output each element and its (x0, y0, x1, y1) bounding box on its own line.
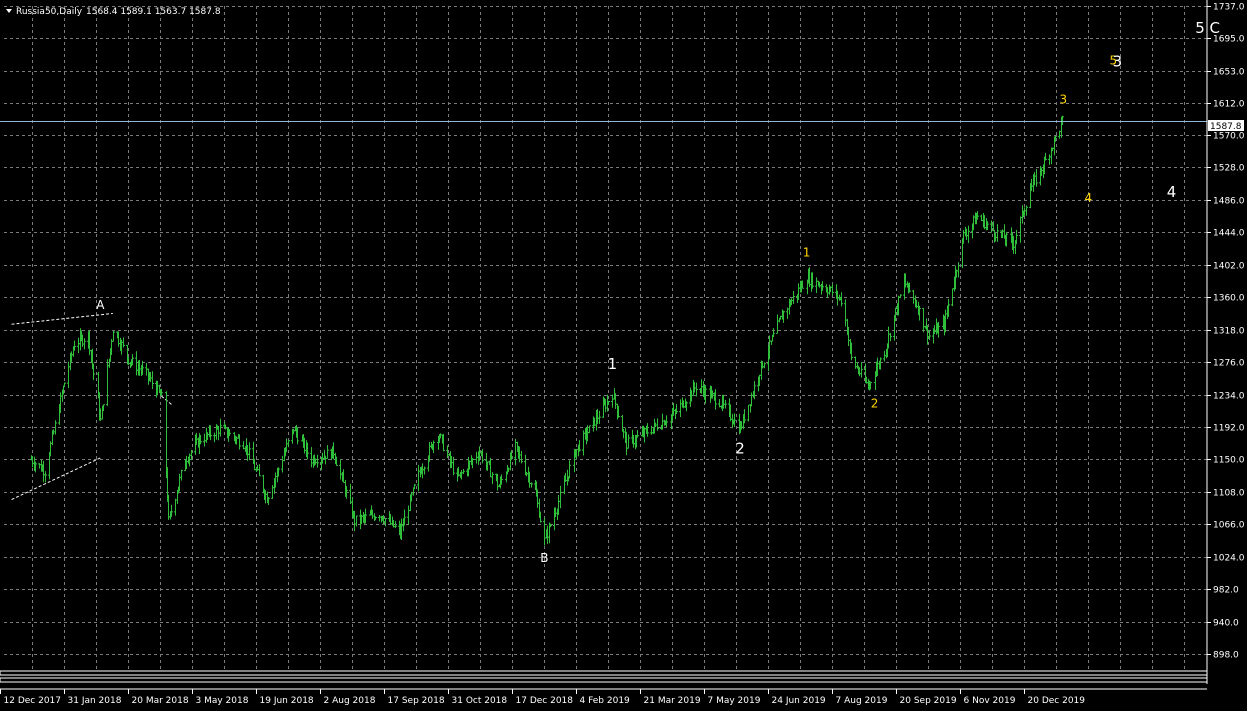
wave-label: 3 (1113, 52, 1123, 70)
price-tick-label: 1318.0 (1213, 327, 1245, 337)
time-tick-label: 19 Jun 2018 (260, 696, 314, 706)
price-tick-label: 1360.0 (1213, 294, 1245, 304)
symbol-label: Russia50,Daily (16, 7, 83, 17)
price-tick-label: 1234.0 (1213, 392, 1245, 402)
wave-label: 1 (608, 355, 618, 373)
time-tick-label: 24 Jun 2019 (772, 696, 826, 706)
time-tick-label: 17 Dec 2018 (516, 696, 574, 706)
price-tick-label: 940.0 (1213, 619, 1239, 629)
price-tick-label: 1695.0 (1213, 35, 1245, 45)
price-tick-label: 1444.0 (1213, 229, 1245, 239)
chart-background (0, 0, 1247, 711)
time-tick-label: 20 Sep 2019 (900, 696, 957, 706)
price-tick-label: 1653.0 (1213, 68, 1245, 78)
wave-label: 3 (1060, 92, 1068, 106)
wave-label: A (96, 298, 105, 312)
time-tick-label: 21 Mar 2019 (644, 696, 701, 706)
wave-label: 4 (1084, 191, 1092, 205)
wave-label: 2 (735, 439, 745, 457)
chart-header: Russia50,Daily 1568.4 1589.1 1563.7 1587… (6, 7, 221, 17)
wave-label: B (540, 551, 548, 565)
time-tick-label: 31 Oct 2018 (452, 696, 508, 706)
price-tick-label: 1528.0 (1213, 164, 1245, 174)
price-tick-label: 1570.0 (1213, 132, 1245, 142)
wave-label: 1 (803, 245, 811, 259)
time-tick-label: 20 Dec 2019 (1028, 696, 1086, 706)
price-tick-label: 1737.0 (1213, 3, 1245, 13)
time-tick-label: 31 Jan 2018 (68, 696, 122, 706)
wave-label: 4 (1167, 183, 1177, 201)
wave-label: 2 (871, 397, 879, 411)
price-tick-label: 898.0 (1213, 651, 1239, 661)
ohlc-label: 1568.4 1589.1 1563.7 1587.8 (86, 7, 221, 17)
current-price-label: 1587.8 (1210, 122, 1242, 132)
price-tick-label: 1066.0 (1213, 521, 1245, 531)
price-tick-label: 1150.0 (1213, 456, 1245, 466)
price-tick-label: 1108.0 (1213, 489, 1245, 499)
time-tick-label: 17 Sep 2018 (388, 696, 445, 706)
time-tick-label: 6 Nov 2019 (964, 696, 1016, 706)
price-tick-label: 982.0 (1213, 586, 1239, 596)
time-tick-label: 7 May 2019 (708, 696, 761, 706)
price-tick-label: 1024.0 (1213, 554, 1245, 564)
price-tick-label: 1276.0 (1213, 359, 1245, 369)
price-tick-label: 1402.0 (1213, 262, 1245, 272)
time-tick-label: 3 May 2018 (196, 696, 249, 706)
price-tick-label: 1192.0 (1213, 424, 1245, 434)
time-tick-label: 2 Aug 2018 (324, 696, 376, 706)
price-chart[interactable]: AB12123534 45 C 1737.01695.01653.01612.01… (0, 0, 1247, 711)
price-tick-label: 1486.0 (1213, 197, 1245, 207)
time-tick-label: 7 Aug 2019 (836, 696, 888, 706)
time-tick-label: 20 Mar 2018 (132, 696, 189, 706)
price-tick-label: 1612.0 (1213, 100, 1245, 110)
time-tick-label: 12 Dec 2017 (4, 696, 62, 706)
time-tick-label: 4 Feb 2019 (580, 696, 631, 706)
current-price-tag: 1587.8 (1208, 120, 1244, 132)
